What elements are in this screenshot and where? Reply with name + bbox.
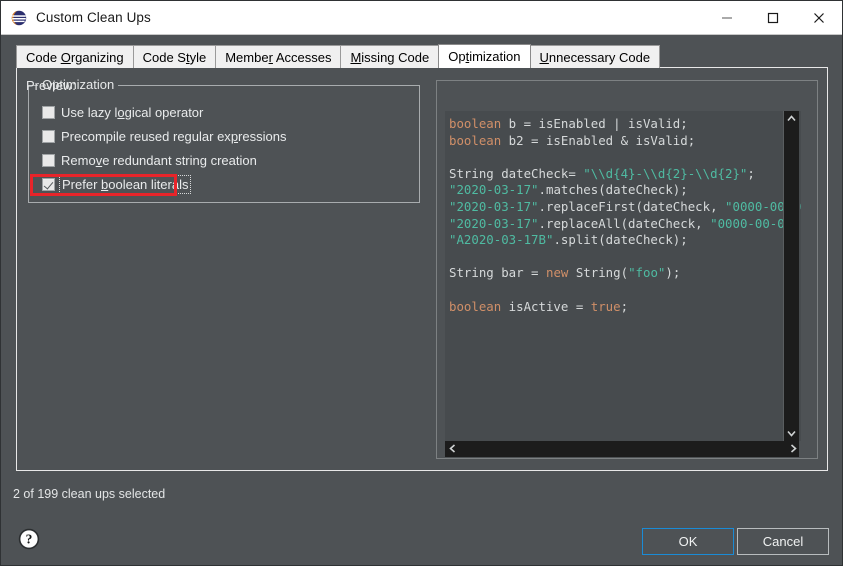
code-token: "foo": [628, 265, 666, 281]
custom-clean-ups-dialog: Custom Clean Ups Code Organizing Code Sty…: [0, 0, 843, 566]
checkbox-label: Precompile reused regular expressions: [61, 129, 287, 144]
tab-content-panel: Optimization Use lazy logical operator Pr…: [16, 67, 828, 471]
code-token: "A2020-03-17B": [449, 232, 554, 248]
code-token: );: [800, 216, 801, 231]
tab-label: Unnecessary Code: [539, 49, 651, 65]
code-token: );: [665, 265, 681, 281]
code-scroll-area: boolean b = isEnabled | isValid; boolean …: [445, 111, 816, 457]
checkbox-row[interactable]: Remove redundant string creation: [42, 152, 257, 169]
tab-strip: Code Organizing Code Style Member Accesses…: [16, 44, 828, 68]
code-token: "2020-03-17": [449, 198, 539, 214]
scrollbar-corner: [799, 441, 816, 457]
preview-pane: boolean b = isEnabled | isValid; boolean …: [436, 80, 818, 459]
tab-label: Missing Code: [350, 49, 430, 65]
checkbox-label: Use lazy logical operator: [61, 105, 204, 120]
code-line: "2020-03-17".replaceAll(dateCheck, "0000…: [449, 216, 801, 233]
tab-label: Code Style: [142, 49, 207, 65]
ok-button-label: OK: [678, 534, 698, 549]
code-line: "2020-03-17".matches(dateCheck);: [449, 182, 801, 199]
checkbox-checked-icon[interactable]: [42, 178, 55, 191]
preview-label: Preview:: [26, 78, 76, 93]
code-token: ;: [747, 165, 755, 181]
code-token: String(: [568, 265, 629, 281]
tab-code-style[interactable]: Code Style: [132, 45, 217, 68]
checkbox-unchecked-icon[interactable]: [42, 130, 55, 143]
checkbox-label: Prefer boolean literals: [58, 175, 192, 194]
help-question-icon[interactable]: ?: [18, 528, 40, 550]
code-token: boolean: [449, 132, 502, 148]
tab-label: Member Accesses: [225, 49, 332, 65]
tab-member-accesses[interactable]: Member Accesses: [215, 45, 342, 68]
code-token: .matches(dateCheck);: [538, 182, 688, 198]
checkbox-row[interactable]: Precompile reused regular expressions: [42, 128, 286, 145]
code-token: .replaceAll(dateCheck,: [538, 215, 711, 231]
minimize-button[interactable]: [704, 1, 750, 34]
code-line: "2020-03-17".replaceFirst(dateCheck, "00…: [449, 199, 801, 216]
eclipse-icon: [10, 9, 28, 27]
svg-text:?: ?: [26, 532, 33, 547]
code-token: b2 = isEnabled & isValid;: [501, 132, 696, 148]
ok-button[interactable]: OK: [642, 528, 734, 555]
code-token: String dateCheck=: [449, 165, 584, 181]
code-token: new: [545, 265, 569, 281]
code-line: boolean b = isEnabled | isValid;: [449, 116, 801, 133]
checkbox-row[interactable]: Prefer boolean literals: [42, 175, 192, 194]
code-line: String dateCheck= "\\d{4}-\\d{2}-\\d{2}"…: [449, 166, 801, 183]
cancel-button[interactable]: Cancel: [737, 528, 829, 555]
tab-optimization[interactable]: Optimization: [438, 44, 531, 68]
scroll-up-icon[interactable]: [784, 111, 799, 126]
code-token: .replaceFirst(dateCheck,: [538, 198, 726, 214]
scroll-down-icon[interactable]: [784, 426, 799, 441]
code-line: boolean isActive = true;: [449, 299, 801, 316]
vertical-scrollbar[interactable]: [783, 111, 799, 441]
checkbox-label: Remove redundant string creation: [61, 153, 257, 168]
code-token: "\\d{4}-\\d{2}-\\d{2}": [583, 165, 748, 181]
checkbox-unchecked-icon[interactable]: [42, 106, 55, 119]
code-token: boolean: [449, 116, 502, 131]
horizontal-scrollbar[interactable]: [445, 441, 801, 457]
code-token: ;: [620, 298, 629, 314]
code-token: String bar =: [449, 265, 546, 281]
close-button[interactable]: [796, 1, 842, 34]
checkbox-row[interactable]: Use lazy logical operator: [42, 104, 203, 121]
tab-code-organizing[interactable]: Code Organizing: [16, 45, 134, 68]
checkbox-unchecked-icon[interactable]: [42, 154, 55, 167]
code-token: b = isEnabled | isValid;: [501, 116, 688, 131]
code-line: boolean b2 = isEnabled & isValid;: [449, 133, 801, 150]
window-title: Custom Clean Ups: [36, 10, 151, 25]
code-token: .split(dateCheck);: [553, 232, 688, 248]
scroll-left-icon[interactable]: [445, 441, 460, 456]
code-token: boolean: [449, 298, 502, 314]
code-preview-text: boolean b = isEnabled | isValid; boolean …: [445, 111, 801, 441]
status-text: 2 of 199 clean ups selected: [13, 487, 166, 501]
code-line: "A2020-03-17B".split(dateCheck);: [449, 232, 801, 249]
code-token: "2020-03-17": [449, 182, 539, 198]
code-line: String bar = new String("foo");: [449, 265, 801, 282]
tab-label: Code Organizing: [26, 49, 124, 65]
code-token: true: [590, 298, 621, 314]
maximize-button[interactable]: [750, 1, 796, 34]
cancel-button-label: Cancel: [762, 534, 804, 549]
optimization-group-box: Optimization Use lazy logical operator Pr…: [28, 77, 420, 203]
tab-label: Optimization: [448, 49, 521, 64]
code-token: "2020-03-17": [449, 215, 539, 231]
title-bar: Custom Clean Ups: [1, 1, 842, 35]
tab-missing-code[interactable]: Missing Code: [340, 45, 440, 68]
code-token: isActive =: [501, 298, 591, 314]
tab-unnecessary-code[interactable]: Unnecessary Code: [529, 45, 661, 68]
